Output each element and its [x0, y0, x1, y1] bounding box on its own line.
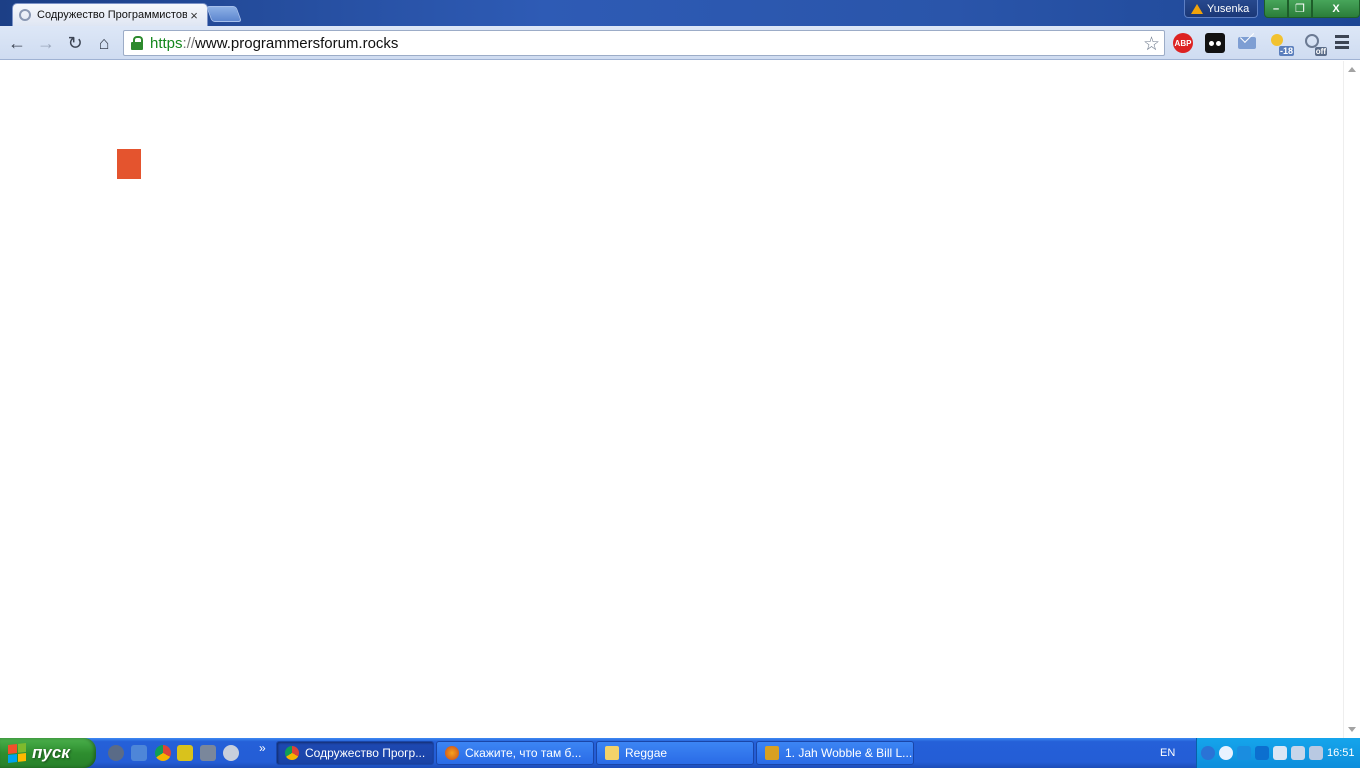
start-label: пуск [32, 743, 70, 762]
extension-off-icon[interactable]: off [1303, 33, 1327, 56]
taskbar-button-firefox[interactable]: Скажите, что там б... [436, 741, 594, 765]
tools-icon[interactable] [200, 745, 216, 761]
ccleaner-icon[interactable] [1219, 746, 1233, 760]
chrome-quicklaunch-icon[interactable] [155, 745, 171, 761]
windows-taskbar: пуск » Содружество Прогр... Скажите, что… [0, 738, 1360, 768]
safely-remove-icon[interactable] [1309, 746, 1323, 760]
maximize-button[interactable]: ❐ [1288, 0, 1312, 18]
quicklaunch-more-icon[interactable]: » [259, 741, 266, 755]
browser-titlebar: Содружество Программистов × Yusenka – ❐ … [0, 0, 1360, 26]
folder-icon [605, 746, 619, 760]
warning-icon [1191, 3, 1203, 14]
close-window-button[interactable]: X [1312, 0, 1360, 18]
lock-icon [131, 36, 143, 50]
taskbar-button-winamp[interactable]: 1. Jah Wobble & Bill L... [756, 741, 914, 765]
bookmark-star-icon[interactable]: ☆ [1143, 33, 1160, 56]
scroll-up-icon[interactable] [1348, 67, 1356, 72]
taskbar-button-folder[interactable]: Reggae [596, 741, 754, 765]
start-button[interactable]: пуск [0, 738, 96, 768]
7zip-icon[interactable] [177, 745, 193, 761]
tab-close-icon[interactable]: × [187, 8, 201, 23]
clock[interactable]: 16:51 [1327, 747, 1355, 759]
profile-button[interactable]: Yusenka [1184, 0, 1258, 18]
mail-icon[interactable] [1237, 33, 1257, 53]
browser-toolbar: ← → ↻ ⌂ https://www.programmersforum.roc… [0, 26, 1360, 60]
back-arrow-icon[interactable]: ← [6, 32, 28, 54]
internet-explorer-icon[interactable] [131, 745, 147, 761]
network-icon[interactable] [1273, 746, 1287, 760]
tab-title: Содружество Программистов [37, 9, 187, 21]
scroll-down-icon[interactable] [1348, 727, 1356, 732]
system-tray: 16:51 [1196, 738, 1360, 768]
windows-logo-icon [8, 743, 26, 763]
tray-app-icon[interactable] [1255, 746, 1269, 760]
browser-tab-active[interactable]: Содружество Программистов × [12, 3, 208, 26]
firefox-icon [445, 746, 459, 760]
language-indicator[interactable]: EN [1160, 747, 1175, 759]
app-icon[interactable] [223, 745, 239, 761]
window-controls: – ❐ X [1264, 0, 1360, 18]
extension-off-badge: off [1314, 47, 1327, 56]
weather-temp: -18 [1278, 46, 1294, 56]
hamburger-menu-icon[interactable] [1335, 35, 1349, 49]
address-bar[interactable]: https://www.programmersforum.rocks ☆ [123, 30, 1165, 56]
minimize-button[interactable]: – [1264, 0, 1288, 18]
url-text: https://www.programmersforum.rocks [150, 34, 399, 52]
forward-arrow-icon[interactable]: → [35, 32, 57, 54]
tampermonkey-icon[interactable] [1205, 33, 1225, 53]
adblock-plus-icon[interactable]: ABP [1173, 33, 1193, 53]
tab-favicon-icon [19, 9, 31, 21]
volume-icon[interactable] [1291, 746, 1305, 760]
media-player-icon[interactable] [108, 745, 124, 761]
taskbar-button-chrome[interactable]: Содружество Прогр... [276, 741, 434, 765]
chrome-icon [285, 746, 299, 760]
page-content [0, 61, 1343, 738]
reload-icon[interactable]: ↻ [64, 32, 86, 54]
loading-square [117, 149, 141, 179]
vertical-scrollbar[interactable] [1343, 61, 1360, 738]
weather-icon[interactable]: -18 [1270, 33, 1294, 56]
winamp-icon [765, 746, 779, 760]
home-icon[interactable]: ⌂ [93, 32, 115, 54]
skype-icon[interactable] [1237, 746, 1251, 760]
tray-expand-icon[interactable] [1201, 746, 1215, 760]
profile-name: Yusenka [1207, 2, 1250, 15]
new-tab-button[interactable] [206, 6, 242, 22]
